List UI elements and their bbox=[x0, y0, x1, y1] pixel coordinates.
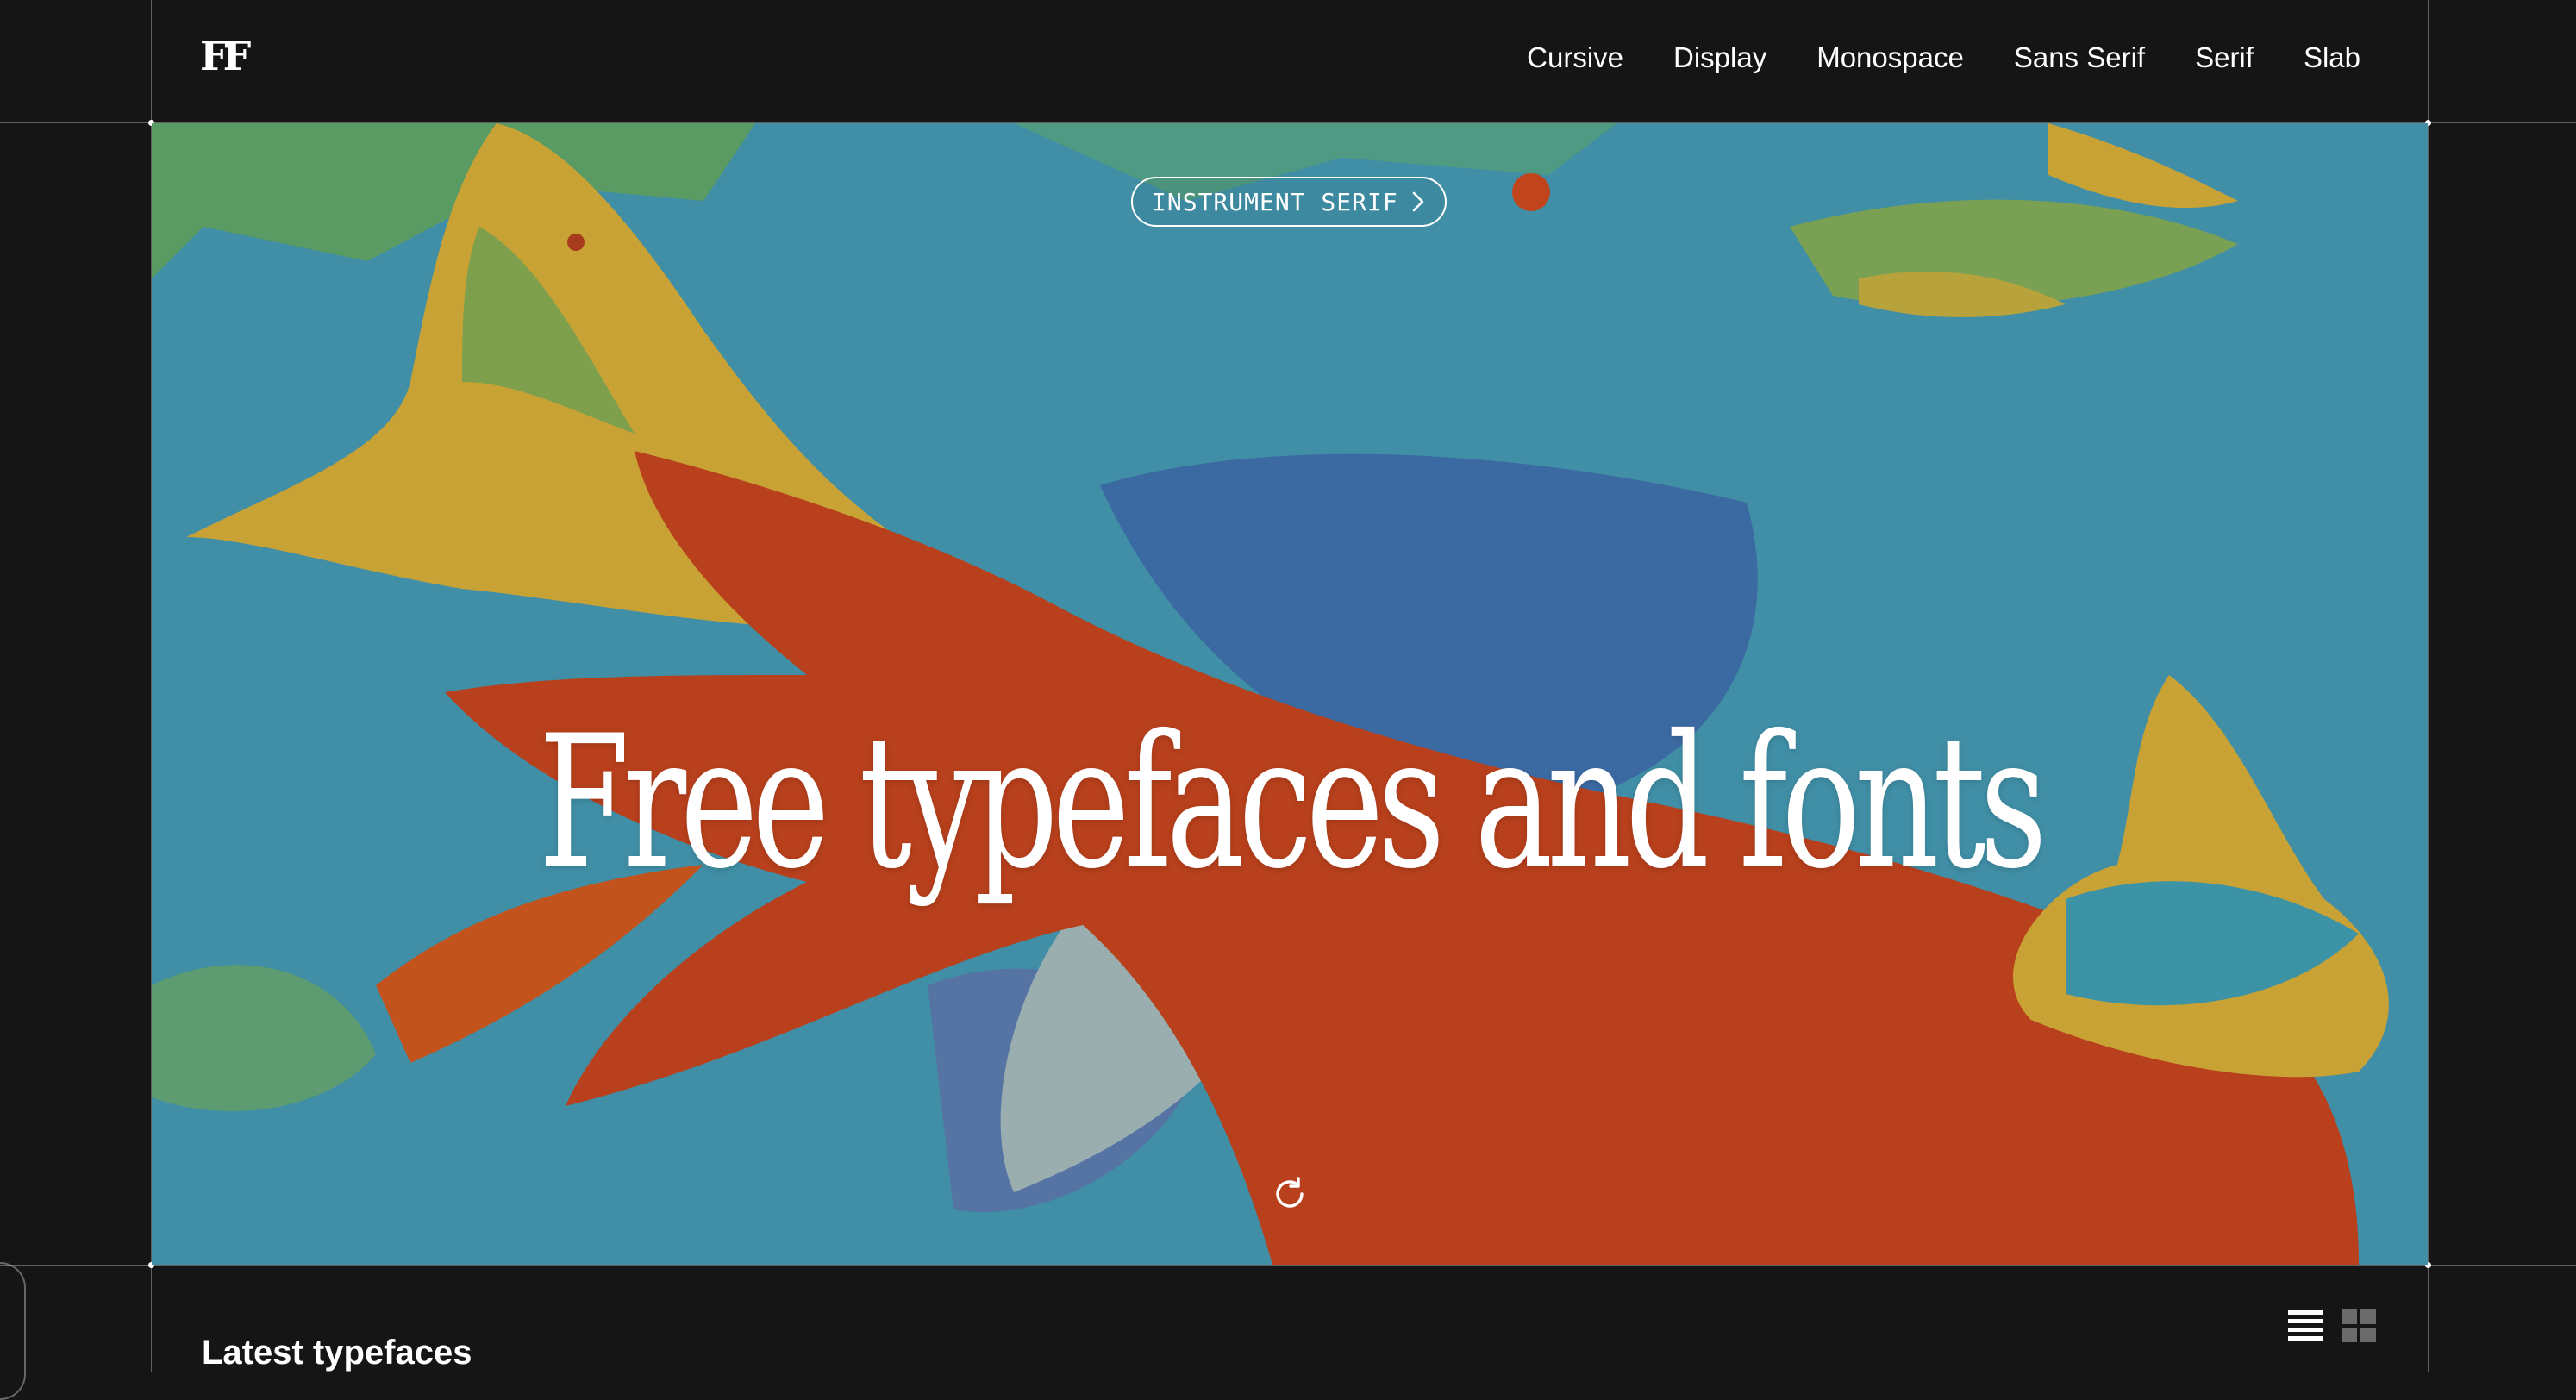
nav-link-sans-serif[interactable]: Sans Serif bbox=[2014, 41, 2145, 74]
nav-link-slab[interactable]: Slab bbox=[2304, 41, 2360, 74]
grid-line-right bbox=[2428, 0, 2429, 1372]
featured-font-label: INSTRUMENT SERIF bbox=[1152, 187, 1398, 216]
grid-view-icon[interactable] bbox=[2340, 1309, 2378, 1343]
chevron-right-icon bbox=[1412, 191, 1424, 212]
latest-typefaces-heading: Latest typefaces bbox=[202, 1334, 472, 1372]
app-root: FF Cursive Display Monospace Sans Serif … bbox=[0, 0, 2576, 1400]
window-corner bbox=[0, 1262, 26, 1400]
featured-font-pill[interactable]: INSTRUMENT SERIF bbox=[1131, 177, 1447, 227]
hero-banner: INSTRUMENT SERIF Free typefaces and font… bbox=[152, 123, 2428, 1265]
category-nav: Cursive Display Monospace Sans Serif Ser… bbox=[1527, 41, 2360, 74]
nav-link-monospace[interactable]: Monospace bbox=[1816, 41, 1964, 74]
top-navigation-bar: FF Cursive Display Monospace Sans Serif … bbox=[152, 0, 2428, 122]
hero-title: Free typefaces and fonts bbox=[538, 696, 2048, 909]
nav-link-display[interactable]: Display bbox=[1673, 41, 1766, 74]
refresh-icon[interactable] bbox=[1269, 1173, 1310, 1215]
list-view-icon[interactable] bbox=[2286, 1309, 2324, 1343]
hero-artwork bbox=[152, 123, 2428, 1265]
site-logo[interactable]: FF bbox=[200, 33, 251, 79]
grid-line-bottom bbox=[0, 1265, 2576, 1266]
nav-link-cursive[interactable]: Cursive bbox=[1527, 41, 1623, 74]
nav-link-serif[interactable]: Serif bbox=[2195, 41, 2254, 74]
